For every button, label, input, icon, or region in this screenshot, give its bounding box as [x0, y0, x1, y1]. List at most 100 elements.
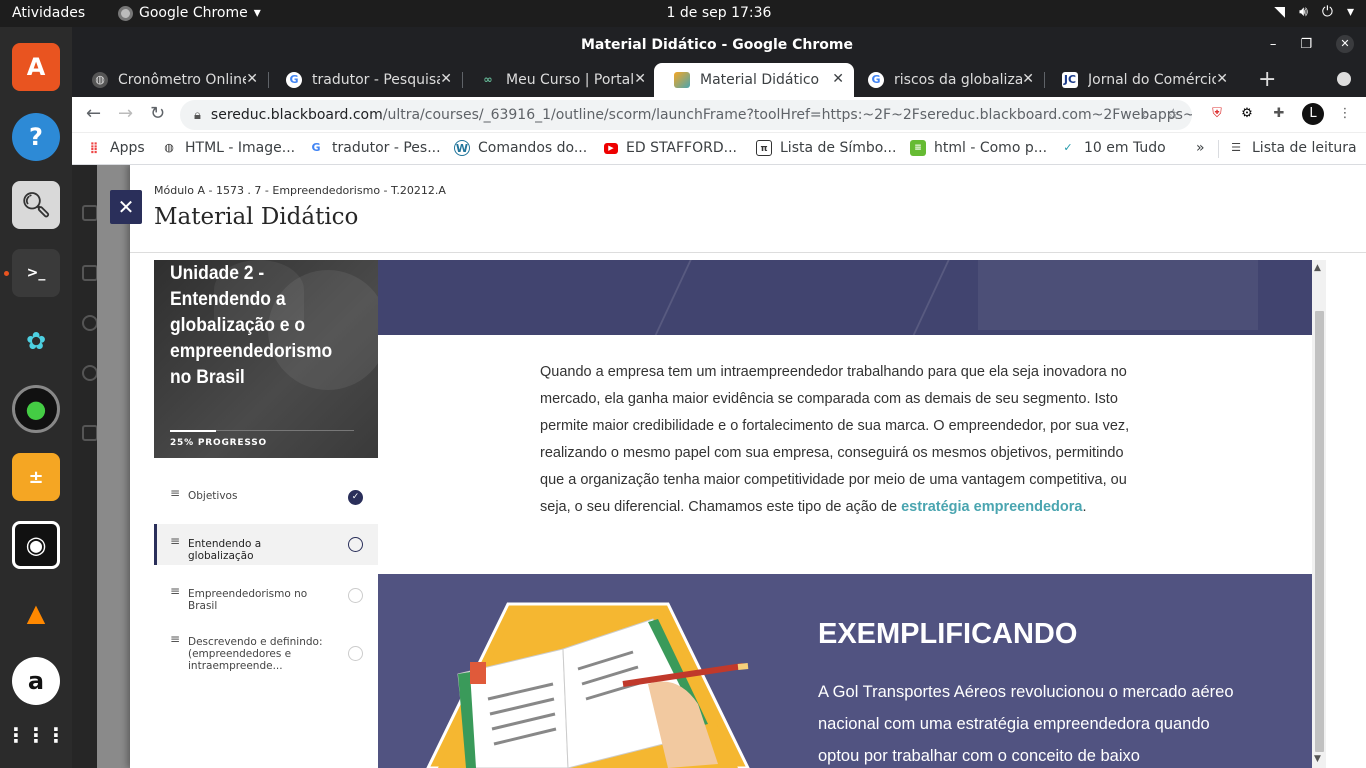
tab-meu-curso[interactable]: ∞ Meu Curso | Portal ✕: [460, 63, 656, 97]
sidebar-item-objetivos[interactable]: ≡ Objetivos ✓: [154, 482, 378, 512]
bookmark-label: ED STAFFORD...: [626, 140, 737, 156]
vlc-icon[interactable]: ▲: [12, 589, 60, 637]
new-tab-button[interactable]: +: [1258, 67, 1276, 92]
tab-riscos[interactable]: Griscos da globalização✕: [848, 63, 1045, 97]
maximize-icon[interactable]: ❐: [1300, 37, 1312, 52]
globe-icon: ◍: [92, 72, 108, 88]
jc-icon: JC: [1062, 72, 1078, 88]
close-tab-icon[interactable]: ✕: [634, 71, 646, 87]
bookmark-ed-stafford[interactable]: ▶ ED STAFFORD...: [604, 140, 737, 156]
system-top-bar: Atividades Google Chrome ▾ 1 de sep 17:36…: [0, 0, 1366, 27]
dock: A ? 🔍︎ >_ ✿ ● ± ◉ ▲ a ⋮⋮⋮: [0, 27, 72, 768]
bookmark-label: Apps: [110, 140, 145, 156]
calculator-icon[interactable]: ±: [12, 453, 60, 501]
bookmark-10-em-tudo[interactable]: ✓ 10 em Tudo: [1060, 140, 1166, 156]
close-window-icon[interactable]: ✕: [1336, 35, 1354, 53]
bookmark-tradutor[interactable]: Gtradutor - Pes...: [308, 140, 440, 156]
unit-card: Unidade 2 - Entendendo a globalização e …: [154, 260, 388, 458]
sidebar-item-label: Entendendo a globalização: [188, 538, 262, 562]
image-viewer-icon[interactable]: 🔍︎: [12, 181, 60, 229]
menu-icon[interactable]: ⋮: [1336, 105, 1354, 123]
reload-icon[interactable]: ↻: [150, 103, 165, 124]
toolbox-extension-icon[interactable]: ⚙: [1238, 105, 1256, 123]
scroll-down-icon[interactable]: ▼: [1314, 754, 1321, 764]
lesson-paragraph: Quando a empresa tem um intraempreendedo…: [540, 364, 1130, 515]
connect-icon[interactable]: ✿: [12, 317, 60, 365]
breadcrumb: Módulo A - 1573 . 7 - Empreendedorismo -…: [154, 184, 446, 197]
help-icon[interactable]: ?: [12, 113, 60, 161]
close-tab-icon[interactable]: ✕: [440, 71, 452, 87]
close-tab-icon[interactable]: ✕: [832, 71, 844, 87]
lesson-sidebar: Unidade 2 - Entendendo a globalização e …: [154, 260, 388, 768]
sidebar-item-descrevendo[interactable]: ≡ Descrevendo e definindo: (empreendedore…: [154, 630, 378, 676]
nav-icon: [82, 205, 98, 221]
minimize-icon[interactable]: –: [1270, 37, 1277, 52]
browser-window: Material Didático - Google Chrome – ❐ ✕ ◍ C…: [72, 27, 1366, 768]
tab-label: tradutor - Pesquisa: [312, 72, 440, 88]
frame-scrollbar[interactable]: ▲ ▼: [1312, 260, 1326, 768]
tab-label: Material Didático: [700, 72, 820, 88]
tab-label: riscos da globalização: [894, 72, 1022, 88]
close-tab-icon[interactable]: ✕: [1216, 71, 1228, 87]
circle-icon: [348, 588, 363, 603]
open-book-illustration: [426, 602, 750, 768]
forward-icon[interactable]: →: [118, 103, 133, 124]
shield-extension-icon[interactable]: ⛨: [1208, 105, 1226, 123]
check-icon: ✓: [1063, 141, 1073, 154]
show-apps-icon[interactable]: ⋮⋮⋮: [6, 711, 66, 759]
profile-avatar[interactable]: L: [1302, 103, 1324, 125]
progress-fill: [170, 430, 216, 432]
close-tab-icon[interactable]: ✕: [246, 71, 258, 87]
tab-label: Cronômetro Online: [118, 72, 246, 88]
symbol-icon: π: [756, 140, 772, 156]
google-icon: G: [311, 141, 321, 154]
tab-tradutor[interactable]: Gtradutor - Pesquisa ✕: [266, 63, 463, 97]
checkmark-icon: ✓: [348, 490, 363, 505]
sidebar-item-globalizacao[interactable]: ≡ Entendendo a globalização: [154, 524, 378, 565]
tab-search-button[interactable]: [1337, 72, 1351, 86]
example-box: EXEMPLIFICANDO A Gol Transportes Aéreos …: [378, 574, 1312, 768]
wifi-icon: ◥: [1274, 4, 1286, 20]
bookmark-html-image[interactable]: ◍ HTML - Image...: [161, 140, 295, 156]
tab-jornal[interactable]: JC Jornal do Comércio ✕: [1042, 63, 1238, 97]
bookmark-comandos[interactable]: W Comandos do...: [454, 140, 587, 156]
amazon-icon[interactable]: a: [12, 657, 60, 705]
content-panel: ✕ Módulo A - 1573 . 7 - Empreendedorismo…: [110, 165, 1366, 768]
reading-list-button[interactable]: ☰ Lista de leitura: [1228, 140, 1356, 156]
camera-app-icon[interactable]: ●: [12, 385, 60, 433]
back-icon[interactable]: ←: [86, 103, 101, 124]
unit-title: Unidade 2 - Entendendo a globalização e …: [170, 263, 333, 388]
bookmark-label: 10 em Tudo: [1084, 140, 1166, 156]
close-tab-icon[interactable]: ✕: [1022, 71, 1034, 87]
sidebar-item-empreendedorismo[interactable]: ≡ Empreendedorismo no Brasil: [154, 580, 378, 612]
bookmark-label: Comandos do...: [478, 140, 588, 156]
scrollbar-thumb[interactable]: [1315, 311, 1324, 752]
more-bookmarks-icon[interactable]: »: [1196, 140, 1205, 156]
software-store-icon[interactable]: A: [12, 43, 60, 91]
wordpress-icon: W: [454, 140, 470, 156]
extensions-icon[interactable]: ✚: [1270, 105, 1288, 123]
tab-cronometro[interactable]: ◍ Cronômetro Online ✕: [72, 63, 269, 97]
url-path: /ultra/courses/_63916_1/outline/scorm/la…: [382, 107, 1192, 123]
terminal-icon[interactable]: >_: [12, 249, 60, 297]
url-host: sereduc.blackboard.com: [210, 107, 383, 123]
clock[interactable]: 1 de sep 17:36: [0, 5, 1366, 21]
system-tray[interactable]: ◥ 🔊︎ ⏻ ▾: [1274, 4, 1354, 20]
youtube-icon: ▶: [604, 142, 618, 154]
address-bar[interactable]: 🔒︎ sereduc.blackboard.com/ultra/courses/…: [180, 100, 1192, 130]
zoom-icon[interactable]: ⌕: [1142, 105, 1150, 123]
reading-list-icon: ☰: [1231, 141, 1241, 154]
star-icon[interactable]: ☆: [1167, 105, 1180, 123]
tab-material-didatico[interactable]: Material Didático ✕: [654, 63, 854, 97]
progress-label: 25% PROGRESSO: [170, 438, 267, 448]
window-title: Material Didático - Google Chrome: [580, 37, 853, 53]
scroll-up-icon[interactable]: ▲: [1314, 263, 1321, 273]
lock-icon[interactable]: 🔒︎: [194, 108, 201, 123]
lines-icon: ≡: [170, 534, 181, 548]
bookmark-html-como[interactable]: ≡ html - Como p...: [910, 140, 1047, 156]
bookmark-apps[interactable]: ⣿ Apps: [86, 140, 145, 156]
page-viewport: ✕ Módulo A - 1573 . 7 - Empreendedorismo…: [72, 165, 1366, 768]
bookmark-lista-simbolos[interactable]: π Lista de Símbo...: [756, 140, 896, 156]
scorm-frame: Unidade 2 - Entendendo a globalização e …: [154, 260, 1312, 768]
screenshot-icon[interactable]: ◉: [12, 521, 60, 569]
